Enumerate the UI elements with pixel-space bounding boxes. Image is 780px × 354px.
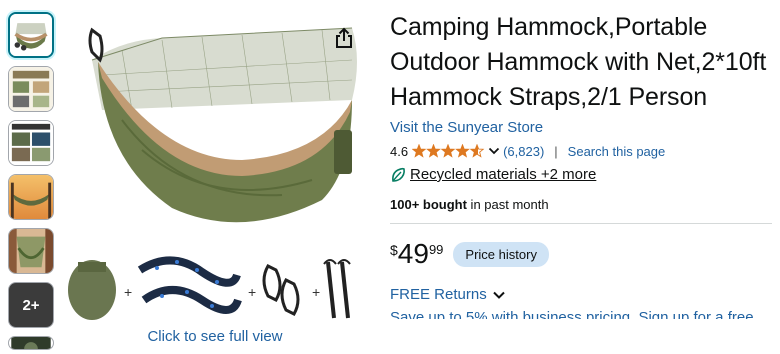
bought-period: in past month <box>466 197 549 212</box>
price-history-button[interactable]: Price history <box>453 241 549 267</box>
chevron-down-icon[interactable] <box>488 146 500 156</box>
forest-thumbnail-image <box>9 229 53 273</box>
price-symbol: $ <box>390 242 398 258</box>
price-fraction: 99 <box>428 242 444 257</box>
store-link[interactable]: Visit the Sunyear Store <box>390 119 775 136</box>
sunset-thumbnail-image <box>9 175 53 219</box>
hammock-product-image: + + + <box>68 27 357 320</box>
more-images-label: 2+ <box>22 296 40 314</box>
free-returns-label: FREE Returns <box>390 286 487 303</box>
feature-grid-thumbnail-image <box>9 121 53 165</box>
thumbnail-1[interactable] <box>8 12 54 58</box>
hammock-thumbnail-image <box>10 14 52 56</box>
share-icon <box>336 27 352 48</box>
price: $ 49 99 <box>390 240 443 268</box>
more-images-button[interactable]: 2+ <box>8 282 54 328</box>
rating-row: 4.6 (6,823) | Search this page <box>390 142 775 160</box>
review-count-link[interactable]: (6,823) <box>503 144 544 159</box>
star-5 <box>469 144 485 158</box>
free-returns-link[interactable]: FREE Returns <box>390 286 775 303</box>
price-row: $ 49 99 Price history <box>390 240 775 268</box>
bought-in-past-month: 100+ bought in past month <box>390 197 775 212</box>
business-pricing-link[interactable]: Save up to 5% with business pricing. Sig… <box>390 309 775 319</box>
share-button[interactable] <box>332 26 356 50</box>
infographic-thumbnail-image <box>9 67 53 111</box>
price-whole: 49 <box>397 238 429 269</box>
thumbnail-5[interactable] <box>8 228 54 274</box>
thumbnail-strip: 2+ <box>8 12 56 354</box>
video-thumbnail-image <box>11 337 51 349</box>
star-3 <box>440 144 456 158</box>
svg-text:+: + <box>312 284 320 300</box>
star-4 <box>455 144 470 158</box>
rating-separator: | <box>554 143 558 159</box>
thumbnail-video[interactable] <box>8 336 54 350</box>
star-rating[interactable] <box>412 144 503 158</box>
product-title: Camping Hammock,Portable Outdoor Hammock… <box>390 13 767 111</box>
chevron-down-icon <box>492 291 505 299</box>
climate-pledge-link[interactable]: Recycled materials +2 more <box>390 166 775 183</box>
divider <box>390 223 772 224</box>
star-1 <box>412 144 427 158</box>
svg-text:+: + <box>124 284 132 300</box>
stars-icon <box>412 144 485 158</box>
product-details: Camping Hammock,Portable Outdoor Hammock… <box>390 10 775 319</box>
thumbnail-4[interactable] <box>8 174 54 220</box>
star-2 <box>426 144 441 158</box>
rating-value: 4.6 <box>390 143 409 159</box>
full-view-link[interactable]: Click to see full view <box>62 328 368 345</box>
bought-count: 100+ bought <box>390 197 467 212</box>
main-product-image[interactable]: + + + <box>62 0 372 322</box>
climate-label: Recycled materials +2 more <box>410 166 597 183</box>
thumbnail-3[interactable] <box>8 120 54 166</box>
leaf-icon <box>392 167 405 182</box>
search-this-page-link[interactable]: Search this page <box>568 144 666 159</box>
svg-text:+: + <box>248 284 256 300</box>
thumbnail-2[interactable] <box>8 66 54 112</box>
